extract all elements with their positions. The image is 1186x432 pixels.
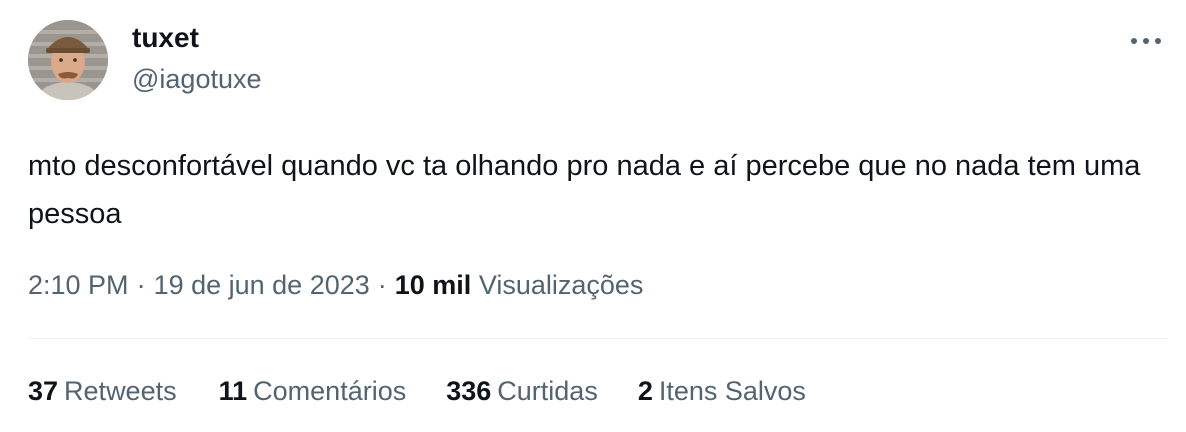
avatar[interactable] bbox=[28, 20, 108, 100]
likes-count: 336 bbox=[446, 376, 492, 406]
more-horizontal-icon bbox=[1131, 38, 1161, 44]
author-display-name[interactable]: tuxet bbox=[132, 20, 199, 56]
saves-stat[interactable]: 2 Itens Salvos bbox=[638, 372, 806, 410]
tweet-time[interactable]: 2:10 PM bbox=[28, 270, 129, 300]
tweet-card: tuxet @iagotuxe mto desconfortável quand… bbox=[0, 0, 1186, 432]
views-label[interactable]: Visualizações bbox=[479, 270, 644, 300]
saves-label: Itens Salvos bbox=[658, 376, 806, 406]
retweets-label: Retweets bbox=[64, 376, 177, 406]
retweets-stat[interactable]: 37 Retweets bbox=[28, 372, 177, 410]
author-handle[interactable]: @iagotuxe bbox=[132, 62, 262, 96]
tweet-text: mto desconfortável quando vc ta olhando … bbox=[28, 150, 1141, 230]
tweet-meta: 2:10 PM · 19 de jun de 2023 · 10 mil Visuali… bbox=[28, 266, 643, 304]
comments-count: 11 bbox=[218, 376, 248, 406]
engagement-stats: 37 Retweets 11 Comentários 336 Curtidas … bbox=[28, 372, 806, 410]
avatar-photo bbox=[28, 20, 108, 100]
retweets-count: 37 bbox=[28, 376, 59, 406]
likes-label: Curtidas bbox=[497, 376, 598, 406]
divider bbox=[28, 338, 1168, 339]
more-options-button[interactable] bbox=[1120, 26, 1172, 56]
meta-separator: · bbox=[377, 270, 387, 300]
comments-label: Comentários bbox=[253, 376, 407, 406]
comments-stat[interactable]: 11 Comentários bbox=[219, 372, 407, 410]
views-count[interactable]: 10 mil bbox=[395, 270, 472, 300]
likes-stat[interactable]: 336 Curtidas bbox=[446, 372, 598, 410]
saves-count: 2 bbox=[637, 376, 653, 406]
meta-separator: · bbox=[136, 270, 146, 300]
tweet-date[interactable]: 19 de jun de 2023 bbox=[154, 270, 370, 300]
